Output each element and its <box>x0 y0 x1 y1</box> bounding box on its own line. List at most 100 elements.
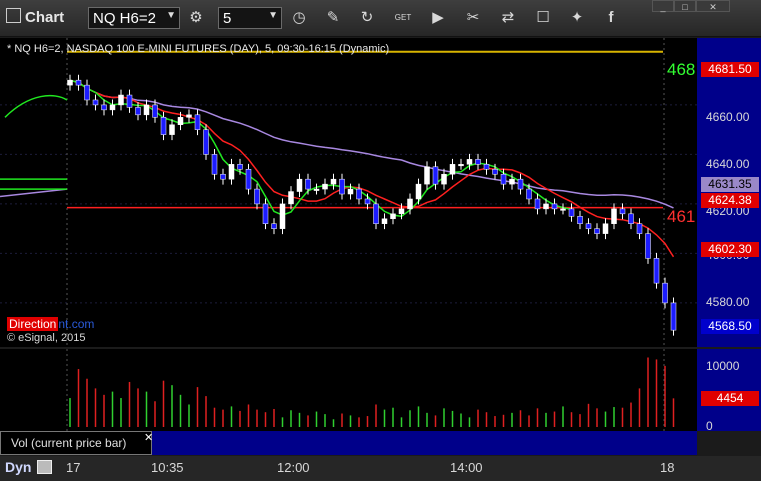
candle-down <box>262 203 269 224</box>
candle-up <box>322 183 328 190</box>
chat-icon[interactable]: ☐ <box>533 8 553 28</box>
symbol-input[interactable]: NQ H6=2 ▼ <box>88 7 180 29</box>
price-tick: 4580.00 <box>706 295 750 309</box>
time-label: 10:35 <box>151 460 184 475</box>
candle-down <box>662 282 668 304</box>
candle-up <box>143 104 150 116</box>
tools-icon[interactable]: ✂ <box>463 8 483 28</box>
red-moving-average <box>69 79 675 258</box>
candle-down <box>594 228 600 234</box>
candle-down <box>577 216 583 224</box>
play-icon[interactable]: ▶ <box>428 8 448 28</box>
volume-tag: 4454 <box>701 391 759 406</box>
candle-down <box>126 94 133 108</box>
candle-up <box>288 191 294 205</box>
candle-down <box>475 159 481 165</box>
purple-moving-average <box>69 79 674 209</box>
candle-up <box>415 183 422 200</box>
candle-down <box>585 223 592 229</box>
candle-up <box>390 213 396 220</box>
candle-down <box>84 84 90 101</box>
candle-down <box>364 198 371 205</box>
price-tag-red-avg: 4624.38 <box>701 193 759 208</box>
settings-icon[interactable]: ⚙ <box>186 8 206 28</box>
candle-up <box>441 173 447 185</box>
candle-up <box>67 79 73 86</box>
chart-window-icon <box>6 8 21 23</box>
candle-down <box>237 164 243 170</box>
clock-icon[interactable]: ◷ <box>289 8 309 28</box>
time-label: 18 <box>660 460 675 475</box>
app-title: Chart <box>6 8 64 26</box>
candle-down <box>245 169 252 190</box>
candle-down <box>517 178 524 190</box>
volume-chart[interactable] <box>0 349 697 431</box>
candle-down <box>339 178 345 195</box>
volume-tick: 0 <box>706 419 713 433</box>
lock-icon[interactable] <box>37 460 52 474</box>
candle-up <box>466 159 473 165</box>
candle-down <box>152 104 158 118</box>
candle-down <box>373 203 379 224</box>
link-icon[interactable]: ⇄ <box>498 8 518 28</box>
prior-avg-green-3 <box>4 94 68 118</box>
candle-up <box>381 218 388 224</box>
candle-up <box>186 114 192 118</box>
candle-up <box>424 166 430 185</box>
candle-down <box>483 164 490 170</box>
candle-down <box>101 104 107 111</box>
get-icon[interactable]: GET <box>393 8 413 28</box>
volume-study-label[interactable]: Vol (current price bar) <box>0 431 152 455</box>
chart-title: * NQ H6=2, NASDAQ 100 E-MINI FUTURES (DA… <box>7 43 390 55</box>
interval-input[interactable]: 5 ▼ <box>218 7 282 29</box>
facebook-icon[interactable]: f <box>601 8 621 28</box>
candle-up <box>109 104 116 111</box>
candle-down <box>500 173 507 185</box>
candle-down <box>194 114 201 130</box>
candle-down <box>551 203 558 210</box>
price-tag-high: 4681.50 <box>701 62 759 77</box>
time-axis[interactable] <box>0 456 761 481</box>
pen-icon[interactable]: ✎ <box>323 8 343 28</box>
chevron-down-icon[interactable]: ▼ <box>268 10 278 21</box>
prior-avg-purple <box>0 188 68 198</box>
price-tag-red-level: 4602.30 <box>701 242 759 257</box>
twitter-icon[interactable]: ✦ <box>567 8 587 28</box>
candle-down <box>135 107 141 116</box>
candle-up <box>449 164 456 175</box>
close-icon[interactable]: ✕ <box>696 0 730 12</box>
restore-icon[interactable]: □ <box>674 0 696 12</box>
candle-down <box>636 223 643 234</box>
candle-down <box>305 178 311 190</box>
time-label: 12:00 <box>277 460 310 475</box>
candle-down <box>75 79 82 86</box>
candle-up <box>560 208 566 211</box>
candle-down <box>534 198 541 210</box>
candlestick-chart[interactable] <box>0 38 697 347</box>
candle-down <box>619 208 626 215</box>
level-label-green: 468 <box>667 60 696 79</box>
minimize-icon[interactable]: _ <box>652 0 674 12</box>
candle-down <box>432 166 439 185</box>
price-tag-purple-avg: 4631.35 <box>701 177 759 192</box>
time-label: 17 <box>66 460 81 475</box>
candle-down <box>92 99 99 106</box>
close-study-icon[interactable]: ✕ <box>144 431 153 444</box>
price-tick: 4640.00 <box>706 157 750 171</box>
level-label-red: 461 <box>667 207 696 226</box>
watermark-logo: Direction nt.com <box>7 317 95 331</box>
price-tag-last: 4568.50 <box>701 319 759 334</box>
candle-up <box>509 178 515 185</box>
candle-up <box>543 203 549 210</box>
candle-down <box>211 154 218 175</box>
candle-down <box>568 208 575 217</box>
chevron-down-icon[interactable]: ▼ <box>166 10 176 21</box>
refresh-icon[interactable]: ↻ <box>357 8 377 28</box>
candle-down <box>160 117 167 135</box>
time-label: 14:00 <box>450 460 483 475</box>
candle-up <box>398 208 405 215</box>
dynamic-label[interactable]: Dyn <box>5 459 31 475</box>
candle-up <box>296 178 303 192</box>
price-tick: 4660.00 <box>706 110 750 124</box>
candle-down <box>645 233 651 259</box>
